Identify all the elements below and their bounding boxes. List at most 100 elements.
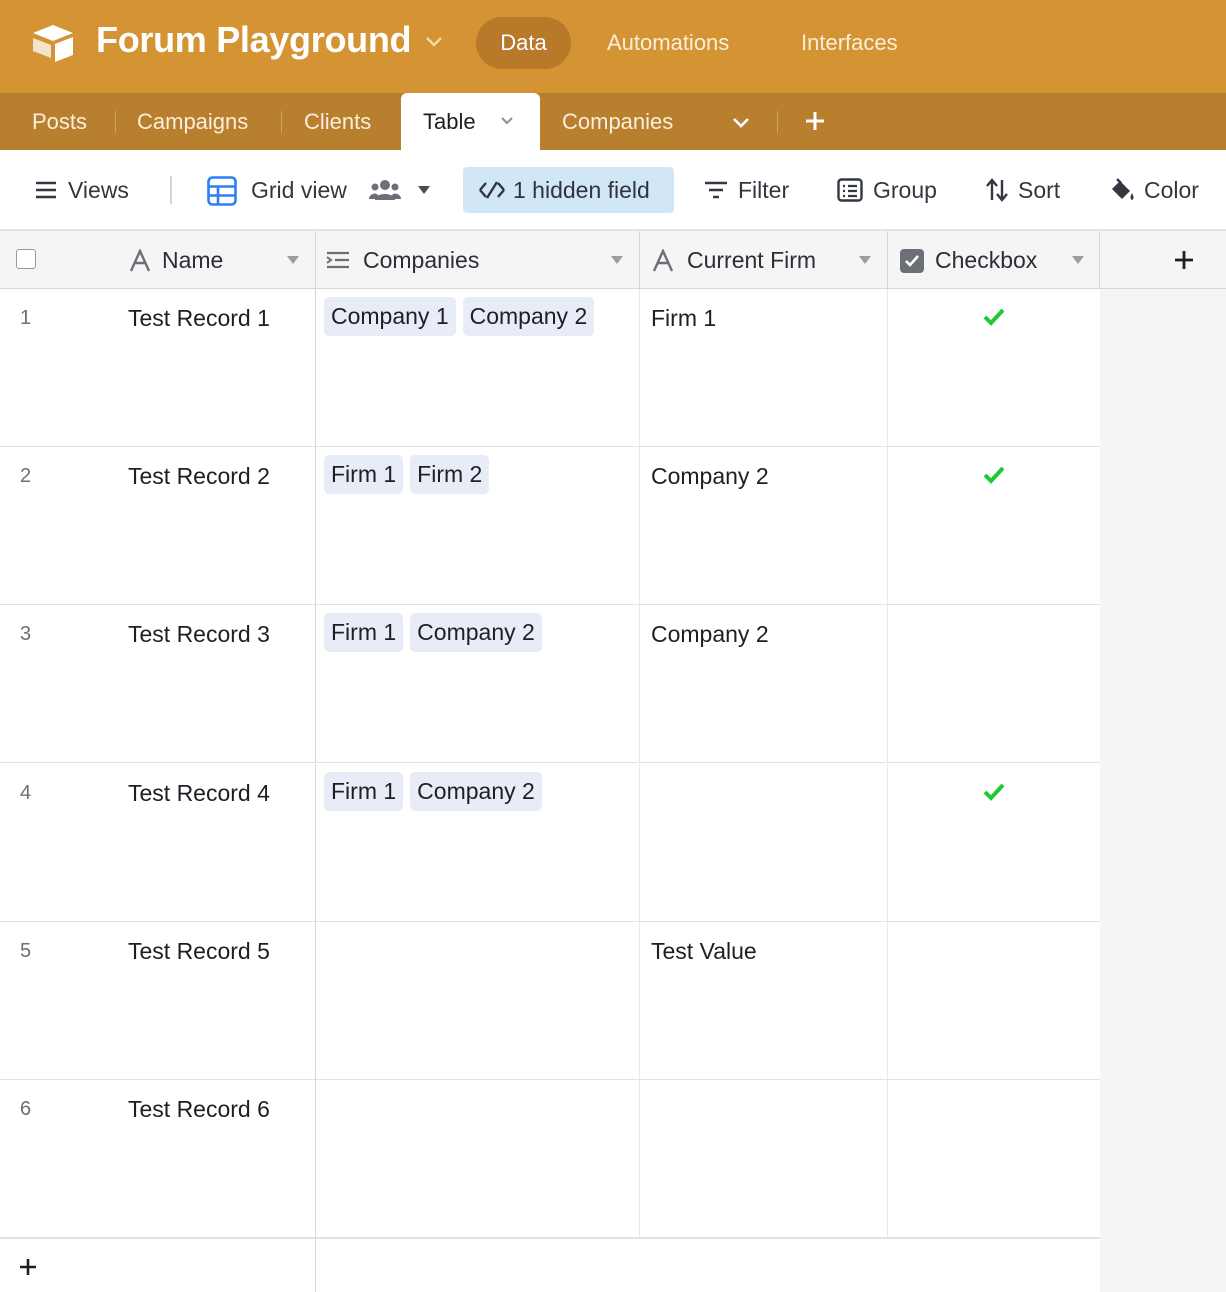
hidden-fields-label: 1 hidden field <box>513 177 650 203</box>
linked-record-chip[interactable]: Company 1 <box>324 297 456 336</box>
checkmark-icon[interactable] <box>982 782 1006 802</box>
tab-campaigns[interactable]: Campaigns <box>137 93 248 150</box>
add-table-icon[interactable] <box>800 106 830 136</box>
eye-slash-icon <box>479 181 505 199</box>
select-all-checkbox[interactable] <box>16 249 36 269</box>
linked-record-chip[interactable]: Firm 1 <box>324 613 404 652</box>
tab-table[interactable]: Table <box>401 93 540 150</box>
grid-header-row: Name Companies Current Firm Checkbox <box>0 231 1226 289</box>
sort-button[interactable]: Sort <box>1018 150 1060 231</box>
companies-cell[interactable]: Firm 1 Company 2 <box>324 772 542 811</box>
current-firm-cell[interactable]: Test Value <box>651 938 757 965</box>
grid-empty-area <box>1100 289 1226 1292</box>
column-divider <box>639 764 640 922</box>
tab-clients[interactable]: Clients <box>304 93 371 150</box>
column-header-companies[interactable]: Companies <box>316 231 640 289</box>
caret-down-icon[interactable] <box>418 186 430 194</box>
tab-companies[interactable]: Companies <box>562 93 673 150</box>
grid-view-icon <box>207 176 237 206</box>
hidden-fields-button[interactable]: 1 hidden field <box>463 167 674 213</box>
linked-record-chip[interactable]: Company 2 <box>462 297 595 336</box>
group-button[interactable]: Group <box>873 150 937 231</box>
column-header-checkbox[interactable]: Checkbox <box>888 231 1100 289</box>
companies-cell[interactable]: Company 1 Company 2 <box>324 297 595 336</box>
linked-record-chip[interactable]: Firm 2 <box>410 455 490 494</box>
sort-icon <box>986 178 1008 202</box>
column-divider <box>887 922 888 1080</box>
row-number: 5 <box>20 940 32 962</box>
column-header-name[interactable]: Name <box>0 231 316 289</box>
table-row[interactable]: 4 Test Record 4 Firm 1 Company 2 <box>0 764 1100 922</box>
table-tab-bar: Posts Campaigns Clients Table Companies <box>0 93 1226 150</box>
text-field-icon <box>652 249 674 272</box>
column-divider <box>639 922 640 1080</box>
linked-record-chip[interactable]: Firm 1 <box>324 455 404 494</box>
collaborators-icon <box>369 180 401 200</box>
row-number: 4 <box>20 782 32 804</box>
name-cell[interactable]: Test Record 4 <box>128 780 270 807</box>
column-divider <box>315 289 316 447</box>
current-firm-cell[interactable]: Company 2 <box>651 621 769 648</box>
tab-posts[interactable]: Posts <box>32 93 87 150</box>
linked-record-chip[interactable]: Company 2 <box>410 613 542 652</box>
table-row[interactable]: 3 Test Record 3 Firm 1 Company 2 Company 2 <box>0 605 1100 763</box>
view-toolbar: Views Grid view 1 hidden field Filter Gr… <box>0 150 1226 231</box>
column-header-current-firm[interactable]: Current Firm <box>640 231 888 289</box>
row-number: 6 <box>20 1098 32 1120</box>
column-divider <box>639 1080 640 1238</box>
linked-record-chip[interactable]: Company 2 <box>410 772 542 811</box>
column-divider <box>315 605 316 763</box>
name-cell[interactable]: Test Record 1 <box>128 305 270 332</box>
nav-interfaces-button[interactable]: Interfaces <box>801 17 898 69</box>
column-divider <box>887 289 888 447</box>
caret-down-icon[interactable] <box>1072 256 1084 264</box>
companies-cell[interactable]: Firm 1 Company 2 <box>324 613 542 652</box>
name-cell[interactable]: Test Record 3 <box>128 621 270 648</box>
checkmark-icon[interactable] <box>982 307 1006 327</box>
name-cell[interactable]: Test Record 5 <box>128 938 270 965</box>
table-row[interactable]: 2 Test Record 2 Firm 1 Firm 2 Company 2 <box>0 447 1100 605</box>
nav-data-button[interactable]: Data <box>476 17 571 69</box>
column-divider <box>887 605 888 763</box>
table-row[interactable]: 6 Test Record 6 <box>0 1080 1100 1238</box>
companies-cell[interactable]: Firm 1 Firm 2 <box>324 455 490 494</box>
base-logo-icon[interactable] <box>30 22 76 64</box>
row-number: 2 <box>20 465 32 487</box>
name-cell[interactable]: Test Record 6 <box>128 1096 270 1123</box>
add-field-button[interactable] <box>1100 231 1226 289</box>
view-name-button[interactable]: Grid view <box>251 150 347 231</box>
chevron-down-icon[interactable] <box>730 114 752 132</box>
filter-button[interactable]: Filter <box>738 150 789 231</box>
caret-down-icon[interactable] <box>287 256 299 264</box>
column-divider <box>887 764 888 922</box>
row-number: 3 <box>20 623 32 645</box>
table-row[interactable]: 5 Test Record 5 Test Value <box>0 922 1100 1080</box>
views-button[interactable]: Views <box>68 150 129 231</box>
column-header-label: Companies <box>363 247 480 273</box>
add-record-icon[interactable] <box>18 1257 38 1277</box>
name-cell[interactable]: Test Record 2 <box>128 463 270 490</box>
color-button[interactable]: Color <box>1144 150 1199 231</box>
chevron-down-icon[interactable] <box>499 115 515 127</box>
caret-down-icon[interactable] <box>859 256 871 264</box>
column-divider <box>315 764 316 922</box>
menu-icon[interactable] <box>35 180 57 200</box>
column-header-label: Current Firm <box>687 247 817 273</box>
current-firm-cell[interactable]: Company 2 <box>651 463 769 490</box>
group-icon <box>837 178 863 202</box>
chevron-down-icon[interactable] <box>424 34 444 50</box>
checkmark-icon[interactable] <box>982 465 1006 485</box>
column-divider <box>639 289 640 447</box>
column-divider <box>639 447 640 605</box>
base-title[interactable]: Forum Playground <box>96 19 412 61</box>
column-divider <box>639 605 640 763</box>
row-number: 1 <box>20 307 32 329</box>
linked-record-chip[interactable]: Firm 1 <box>324 772 404 811</box>
caret-down-icon[interactable] <box>611 256 623 264</box>
tab-divider <box>115 111 116 133</box>
column-divider <box>315 922 316 1080</box>
current-firm-cell[interactable]: Firm 1 <box>651 305 716 332</box>
table-row[interactable]: 1 Test Record 1 Company 1 Company 2 Firm 1 <box>0 289 1100 447</box>
nav-automations-button[interactable]: Automations <box>607 17 729 69</box>
column-divider <box>315 1080 316 1238</box>
